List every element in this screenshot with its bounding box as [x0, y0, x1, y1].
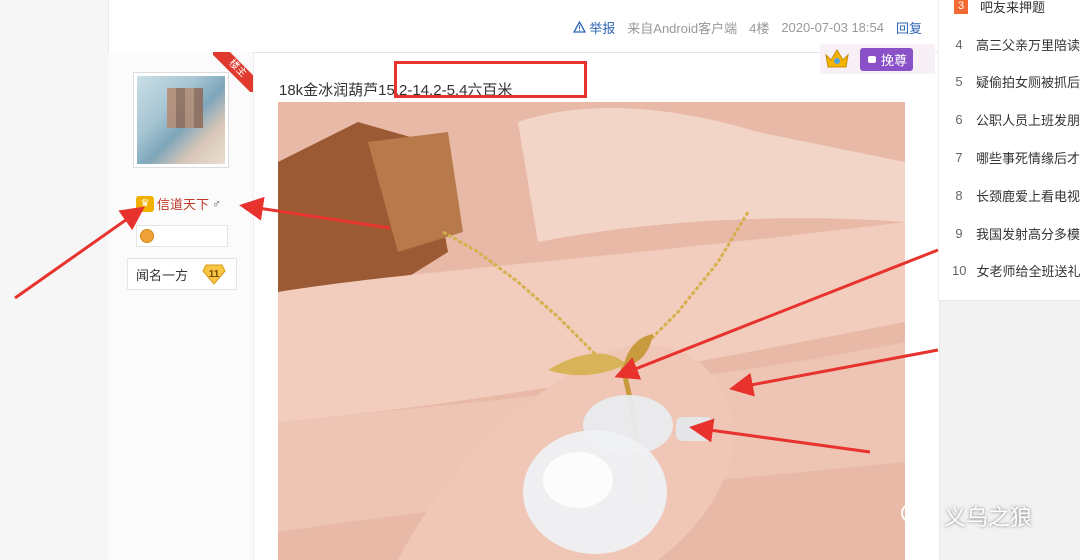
reply-button[interactable]: 回复: [896, 18, 922, 37]
report-button[interactable]: 举报: [573, 18, 615, 37]
left-gutter: [0, 0, 108, 560]
source-link[interactable]: 来自Android客户端: [627, 18, 737, 37]
warning-icon: [573, 21, 587, 33]
hot-topic-item[interactable]: 8 长颈鹿爱上看电视: [952, 185, 1080, 205]
post-photo[interactable]: [278, 102, 905, 560]
crown-icon: [820, 44, 854, 74]
hot-topic-text: 哪些事死情缘后才: [975, 150, 1080, 166]
hot-topic-text: 长颈鹿爱上看电视: [975, 188, 1080, 204]
title-highlight-box: [394, 61, 587, 98]
watermark-text: 义乌之狼: [944, 505, 1033, 530]
post-datetime: 2020-07-03 18:54: [781, 19, 884, 35]
watermark: 义乌之狼: [900, 500, 1032, 532]
badge-row: [136, 225, 228, 247]
source-text: 来自Android客户端: [627, 20, 738, 36]
hand-icon: [868, 56, 876, 63]
hot-topic-rank: 8: [955, 187, 963, 203]
forum-level[interactable]: 闻名一方 11: [127, 258, 237, 290]
hot-topic-rank: 4: [955, 36, 963, 52]
hot-topic-rank: 6: [955, 111, 963, 127]
hot-topic-item[interactable]: 9 我国发射高分多模: [952, 223, 1080, 243]
avatar-mosaic: [167, 88, 203, 128]
hot-topic-item[interactable]: 10 女老师给全班送礼: [952, 260, 1080, 280]
hot-topic-text: 我国发射高分多模: [975, 226, 1080, 242]
hot-topic-text: 高三父亲万里陪读: [975, 37, 1080, 53]
forum-level-name: 闻名一方: [136, 267, 189, 283]
member-badge[interactable]: 挽尊: [820, 44, 935, 74]
hot-topic-item[interactable]: 7 哪些事死情缘后才: [952, 147, 1080, 167]
hot-topic-rank: 7: [955, 149, 963, 165]
author-name-row: ♛ 信道天下 ♂: [136, 194, 221, 213]
hot-topic-text: 公职人员上班发朋: [975, 112, 1080, 128]
gender-male-icon: ♂: [212, 196, 222, 211]
level-number: 11: [208, 268, 220, 280]
hot-topic-item[interactable]: 5 疑偷拍女厕被抓后: [952, 71, 1080, 91]
medal-icon[interactable]: [140, 229, 154, 243]
hot-topic-item[interactable]: 4 高三父亲万里陪读: [952, 34, 1080, 54]
hot-topic-text: 吧友来押题: [980, 0, 1046, 15]
hot-topic-item[interactable]: 6 公职人员上班发朋: [952, 109, 1080, 129]
hot-topics-divider: [938, 300, 1080, 301]
hot-topic-text: 女老师给全班送礼: [976, 263, 1080, 279]
pendant-photo-illustration: [278, 102, 905, 560]
avatar[interactable]: [133, 72, 229, 168]
vip-crown-icon: ♛: [136, 195, 154, 212]
hot-topic-rank: 5: [955, 73, 963, 89]
hot-topic-item[interactable]: 3 吧友来押题: [952, 0, 1080, 16]
username-link[interactable]: 信道天下: [157, 194, 209, 213]
hot-topic-rank: 3: [954, 0, 968, 14]
wechat-icon: [901, 502, 935, 529]
level-gem-icon: 11: [202, 263, 226, 285]
previous-post-footer: 举报 来自Android客户端 4楼 2020-07-03 18:54 回复: [573, 17, 922, 37]
avatar-image: [137, 76, 225, 164]
floor-number: 4楼: [749, 20, 770, 36]
member-badge-label: 挽尊: [881, 52, 908, 68]
hot-topic-text: 疑偷拍女厕被抓后: [975, 74, 1080, 90]
member-badge-label-wrap: 挽尊: [860, 47, 914, 71]
report-label: 举报: [589, 20, 616, 36]
hot-topic-rank: 9: [955, 225, 963, 241]
hot-topic-rank: 10: [952, 262, 967, 278]
